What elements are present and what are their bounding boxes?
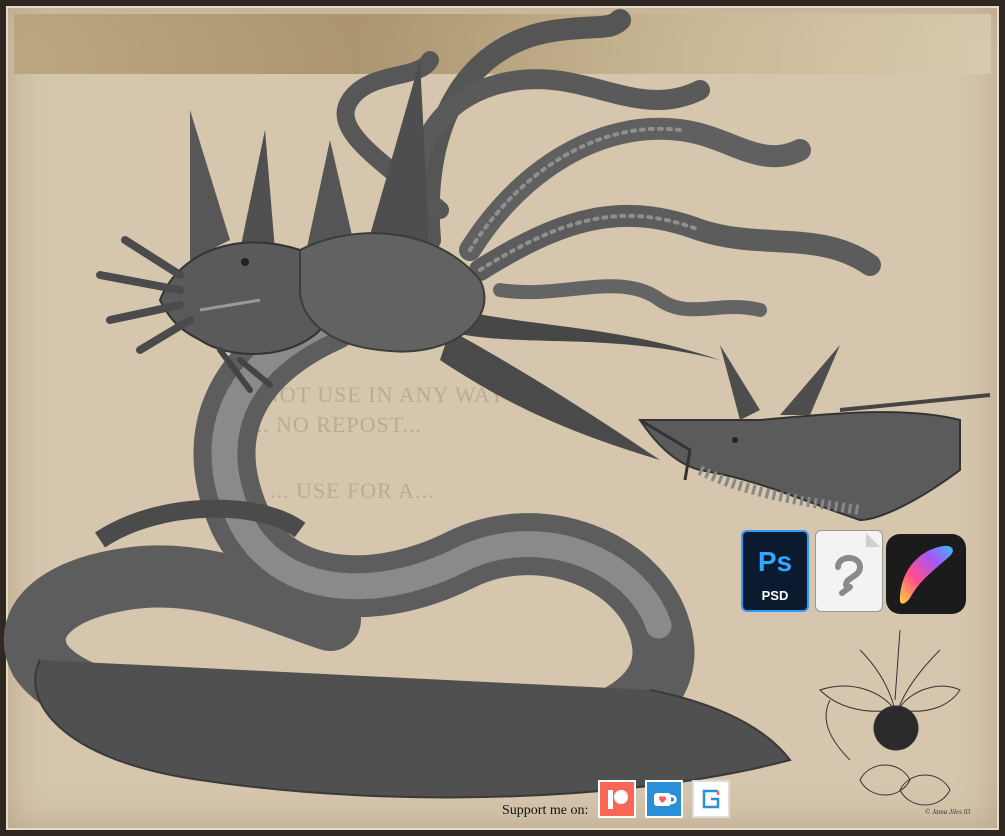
flower-sketch bbox=[819, 629, 961, 806]
clip-studio-glyph-icon bbox=[835, 533, 880, 596]
secondary-head bbox=[638, 345, 991, 522]
photoshop-psd-icon: Ps PSD bbox=[741, 530, 809, 612]
kofi-cup-icon bbox=[654, 793, 677, 806]
photoshop-label: Ps bbox=[757, 546, 793, 577]
kofi-button[interactable] bbox=[645, 780, 683, 818]
procreate-glyph-icon bbox=[900, 545, 953, 604]
clip-studio-file-icon bbox=[815, 530, 883, 612]
serpent-body bbox=[3, 289, 792, 799]
psd-label: PSD bbox=[761, 588, 789, 603]
gumroad-icon bbox=[702, 789, 720, 809]
sea-serpent-illustration bbox=[3, 9, 991, 806]
support-label: Support me on: bbox=[502, 803, 589, 818]
artist-signature: © Jama Jiles 03 bbox=[925, 808, 971, 816]
patreon-icon bbox=[608, 790, 628, 809]
gumroad-button[interactable] bbox=[692, 780, 730, 818]
patreon-button[interactable] bbox=[598, 780, 636, 818]
procreate-brush-icon bbox=[886, 534, 966, 614]
